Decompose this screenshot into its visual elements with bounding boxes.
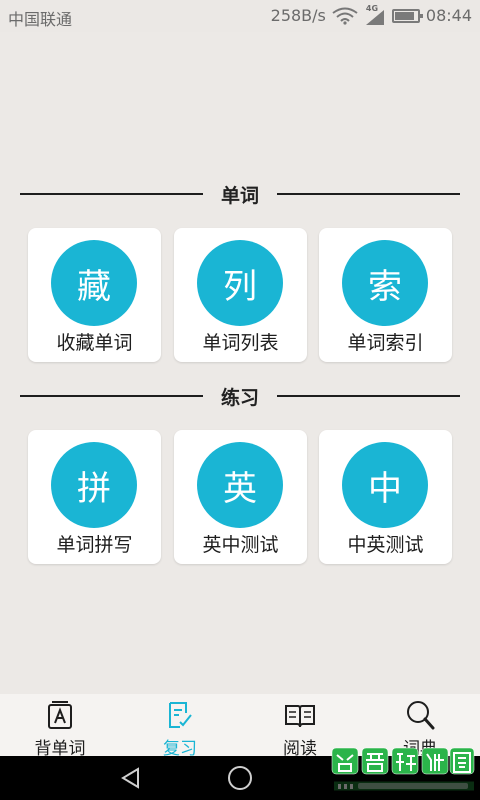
list-glyph-icon: 列: [197, 240, 283, 326]
section-title: 单词: [221, 184, 260, 207]
spelling-glyph-icon: 拼: [51, 442, 137, 528]
network-type: 4G: [365, 3, 379, 13]
section-header-practice: 练习: [20, 384, 461, 409]
card-word-spelling[interactable]: 拼 单词拼写: [28, 430, 161, 564]
card-favorite-words[interactable]: 藏 收藏单词: [28, 228, 161, 362]
network-speed: 258B/s: [270, 6, 326, 25]
battery-fill: [394, 11, 414, 20]
card-zh-en-test[interactable]: 中 中英测试: [319, 430, 452, 564]
wifi-icon: [332, 7, 358, 25]
home-icon[interactable]: [228, 766, 252, 790]
divider-left: [20, 193, 203, 195]
card-word-index[interactable]: 索 单词索引: [319, 228, 452, 362]
back-icon[interactable]: [120, 767, 142, 789]
favorite-glyph-icon: 藏: [51, 240, 137, 326]
divider-right: [277, 193, 461, 195]
card-label: 英中测试: [202, 534, 279, 556]
card-label: 单词列表: [202, 332, 279, 354]
flashcard-a-icon: [48, 701, 72, 729]
search-icon: [407, 701, 435, 730]
review-edit-icon: [169, 702, 192, 728]
card-word-list[interactable]: 列 单词列表: [174, 228, 307, 362]
book-icon: [285, 705, 315, 728]
english-glyph-icon: 英: [197, 442, 283, 528]
section-title: 练习: [221, 386, 260, 409]
carrier-name: 中国联通: [8, 10, 73, 29]
watermark-logo: [331, 747, 475, 791]
divider-left: [20, 395, 203, 397]
index-glyph-icon: 索: [342, 240, 428, 326]
card-label: 单词拼写: [56, 534, 133, 556]
divider-right: [277, 395, 461, 397]
card-label: 单词索引: [347, 332, 424, 354]
card-label: 中英测试: [347, 534, 424, 556]
status-right: 258B/s 4G 08:44: [270, 3, 472, 26]
status-bar: 中国联通 258B/s 4G 08:44: [0, 0, 480, 32]
card-en-zh-test[interactable]: 英 英中测试: [174, 430, 307, 564]
card-label: 收藏单词: [56, 332, 133, 354]
section-header-words: 单词: [20, 182, 461, 207]
nav-item-review[interactable]: 复习: [120, 694, 240, 759]
battery-icon: [391, 8, 423, 23]
nav-item-memorize[interactable]: 背单词: [0, 694, 120, 759]
clock: 08:44: [425, 6, 472, 25]
chinese-glyph-icon: 中: [342, 442, 428, 528]
cell-signal-icon: 4G: [364, 3, 386, 25]
